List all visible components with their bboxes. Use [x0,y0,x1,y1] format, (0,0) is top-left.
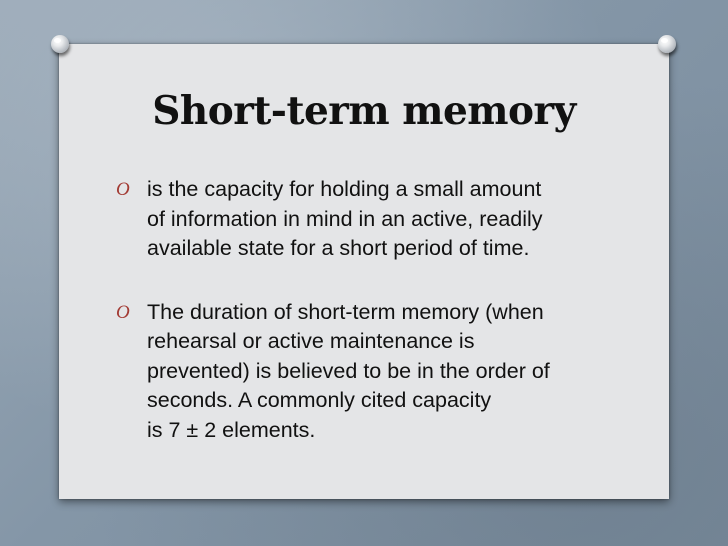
pushpin-icon [658,35,676,53]
bullet-line: is the capacity for holding a small amou… [147,177,542,201]
slide: Short-term memory O is the capacity for … [0,0,728,546]
bullet-line: available state for a short period of ti… [147,236,530,260]
bullet-list: O is the capacity for holding a small am… [116,175,616,445]
bullet-item: O is the capacity for holding a small am… [116,175,616,264]
bullet-line: of information in mind in an active, rea… [147,206,543,231]
pushpin-icon [51,35,69,53]
bullet-marker: O [116,179,130,200]
bullet-marker: O [116,301,130,323]
bullet-line: rehearsal or active maintenance is [147,329,475,353]
bullet-line: is 7 ± 2 elements. [147,417,316,442]
slide-title: Short-term memory [152,88,576,134]
bullet-line: The duration of short-term memory (when [147,299,544,324]
bullet-line: seconds. A commonly cited capacity [147,388,492,412]
bullet-item: O The duration of short-term memory (whe… [116,298,616,446]
bullet-line: prevented) is believed to be in the orde… [147,358,550,383]
